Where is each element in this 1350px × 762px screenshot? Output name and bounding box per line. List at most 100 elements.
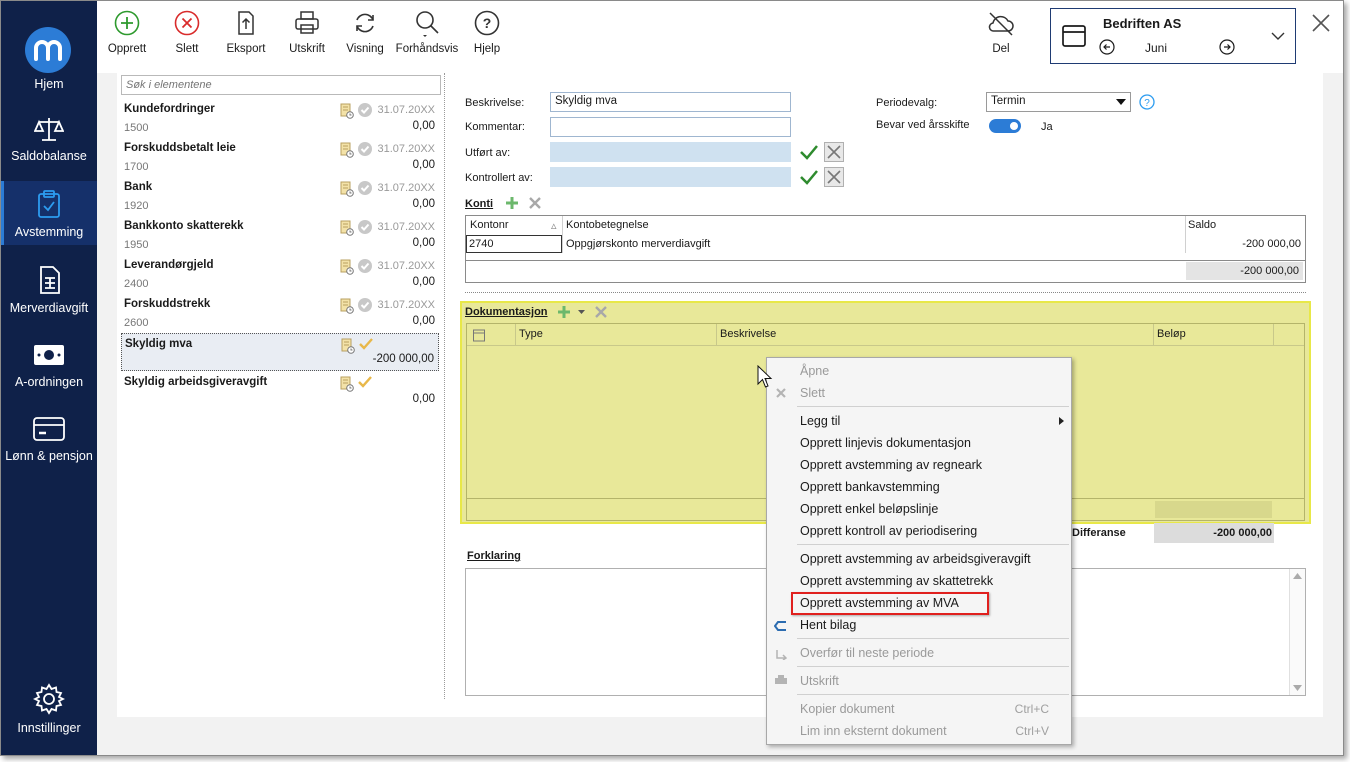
menu-item-apne[interactable]: Åpne (800, 364, 829, 378)
slett-button[interactable]: Slett (167, 9, 207, 55)
search-input[interactable] (121, 75, 441, 95)
approve-check-icon[interactable] (799, 143, 819, 161)
printer-icon (295, 11, 319, 34)
refresh-icon (356, 13, 374, 33)
next-month-icon[interactable] (1219, 39, 1235, 55)
company-name: Bedriften AS (1103, 16, 1182, 31)
account-number: 1920 (124, 200, 149, 212)
add-icon[interactable] (557, 305, 571, 319)
column-header-type[interactable]: Type (519, 328, 543, 340)
menu-item-regneark[interactable]: Opprett avstemming av regneark (800, 458, 982, 472)
menu-item-skattetrekk[interactable]: Opprett avstemming av skattetrekk (800, 574, 993, 588)
scrollbar[interactable] (1289, 569, 1305, 695)
sidebar-item-lonn-pensjon[interactable]: Lønn & pensjon (1, 415, 97, 463)
sidebar-item-merverdiavgift[interactable]: Merverdiavgift (1, 265, 97, 315)
column-header-beskrivelse[interactable]: Beskrivelse (720, 328, 776, 340)
menu-item-lim-inn[interactable]: Lim inn eksternt dokument (800, 724, 947, 738)
beskrivelse-label: Beskrivelse: (465, 97, 525, 109)
sidebar-item-saldobalanse[interactable]: Saldobalanse (1, 115, 97, 163)
utskrift-button[interactable]: Utskrift (285, 9, 329, 55)
utfort-field[interactable] (550, 142, 791, 162)
menu-item-belopslinje[interactable]: Opprett enkel beløpslinje (800, 502, 938, 516)
periodevalg-select[interactable]: Termin (986, 92, 1131, 112)
account-name: Kundefordringer (124, 103, 215, 115)
menu-item-periodisering[interactable]: Opprett kontroll av periodisering (800, 524, 977, 538)
column-header-saldo[interactable]: Saldo (1188, 219, 1216, 231)
eksport-button[interactable]: Eksport (224, 9, 268, 55)
close-icon[interactable] (1311, 13, 1331, 33)
list-item[interactable]: Skyldig arbeidsgiveravgift 0,00 (121, 372, 439, 410)
visning-button[interactable]: Visning (345, 9, 385, 55)
sidebar-item-a-ordningen[interactable]: A-ordningen (1, 341, 97, 389)
menu-item-overfor[interactable]: Overfør til neste periode (800, 646, 934, 660)
company-selector[interactable]: Bedriften AS Juni (1050, 8, 1296, 64)
menu-item-hent-bilag[interactable]: Hent bilag (800, 618, 856, 632)
clear-utfort-button[interactable] (824, 142, 844, 162)
divider (444, 73, 445, 699)
account-amount: 0,00 (412, 276, 435, 288)
kontrollert-label: Kontrollert av: (465, 172, 533, 184)
account-date: 31.07.20XX (377, 260, 436, 272)
menu-separator (797, 666, 1069, 667)
kontrollert-field[interactable] (550, 167, 791, 187)
forhandsvis-button[interactable]: Forhåndsvis (395, 9, 459, 55)
account-date: 31.07.20XX (377, 143, 436, 155)
app-logo (25, 27, 71, 73)
beskrivelse-field[interactable]: Skyldig mva (550, 92, 791, 112)
menu-item-kopier[interactable]: Kopier dokument (800, 702, 895, 716)
list-item[interactable]: Leverandørgjeld 2400 31.07.20XX 0,00 (121, 255, 439, 293)
bevar-toggle[interactable] (989, 119, 1021, 133)
menu-item-legg-til[interactable]: Legg til (800, 414, 840, 428)
dropdown-arrow-icon[interactable] (578, 310, 585, 315)
list-item[interactable]: Forskuddstrekk 2600 31.07.20XX 0,00 (121, 294, 439, 332)
column-header-kontonr[interactable]: Kontonr (470, 219, 509, 231)
column-header-kontobetegnelse[interactable]: Kontobetegnelse (566, 219, 649, 231)
selected-month: Juni (1145, 41, 1168, 55)
kommentar-field[interactable] (550, 117, 791, 137)
account-name: Forskuddstrekk (124, 298, 211, 310)
printer-icon (775, 675, 787, 684)
menu-item-utskrift[interactable]: Utskrift (800, 674, 839, 688)
sidebar-item-hjem[interactable]: Hjem (1, 1, 97, 101)
document-clock-icon (340, 259, 354, 278)
menu-item-linjevis[interactable]: Opprett linjevis dokumentasjon (800, 436, 971, 450)
list-item[interactable]: Bankkonto skatterekk 1950 31.07.20XX 0,00 (121, 216, 439, 254)
column-header-belop[interactable]: Beløp (1157, 328, 1186, 340)
account-date: 31.07.20XX (377, 104, 436, 116)
account-name: Bankkonto skatterekk (124, 220, 244, 232)
menu-item-arbeidsgiveravgift[interactable]: Opprett avstemming av arbeidsgiveravgift (800, 552, 1031, 566)
column-divider (1273, 324, 1274, 346)
list-item[interactable]: Skyldig mva -200 000,00 (121, 333, 439, 371)
sidebar-item-innstillinger[interactable]: Innstillinger (1, 683, 97, 735)
scroll-up-icon[interactable] (1293, 573, 1302, 579)
del-button[interactable]: Del (985, 9, 1017, 55)
approve-check-icon[interactable] (799, 168, 819, 186)
sidebar-item-avstemming[interactable]: Avstemming (1, 181, 97, 245)
slett-label: Slett (175, 43, 199, 55)
menu-item-slett[interactable]: Slett (800, 386, 825, 400)
delete-icon[interactable] (529, 197, 541, 209)
account-amount: 0,00 (412, 159, 435, 171)
list-item[interactable]: Bank 1920 31.07.20XX 0,00 (121, 177, 439, 215)
periodevalg-label: Periodevalg: (876, 97, 938, 109)
list-item[interactable]: Forskuddsbetalt leie 1700 31.07.20XX 0,00 (121, 138, 439, 176)
account-number: 1500 (124, 122, 149, 134)
delete-icon[interactable] (595, 306, 607, 318)
info-icon[interactable]: ? (1139, 94, 1155, 110)
account-date: 31.07.20XX (377, 182, 436, 194)
list-item[interactable]: Kundefordringer 1500 31.07.20XX 0,00 (121, 99, 439, 137)
account-amount: 0,00 (412, 237, 435, 249)
chevron-down-icon[interactable] (1271, 31, 1285, 41)
hjelp-button[interactable]: ? Hjelp (468, 9, 506, 55)
menu-item-bankavstemming[interactable]: Opprett bankavstemming (800, 480, 940, 494)
grid-header: Type Beskrivelse Beløp (467, 324, 1304, 346)
clear-kontrollert-button[interactable] (824, 167, 844, 187)
opprett-button[interactable]: Opprett (105, 9, 149, 55)
previous-month-icon[interactable] (1099, 39, 1115, 55)
table-row-kontonr-cell[interactable]: 2740 (466, 235, 562, 253)
scroll-down-icon[interactable] (1293, 685, 1302, 691)
main-panel: Kundefordringer 1500 31.07.20XX 0,00 Forskud… (117, 73, 1323, 717)
sidebar: Hjem Saldobalanse Avstemming Merverdiavg… (1, 1, 97, 755)
add-icon[interactable] (505, 196, 519, 210)
document-icon (40, 266, 60, 294)
